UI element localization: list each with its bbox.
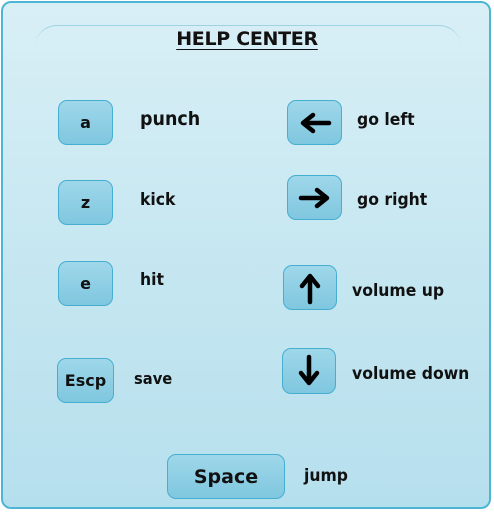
key-arrow-left[interactable] <box>287 100 342 145</box>
key-arrow-down[interactable] <box>282 348 336 394</box>
key-e-label: e <box>80 274 91 293</box>
action-go-left: go left <box>357 110 415 130</box>
action-volume-up: volume up <box>352 281 445 301</box>
key-escp[interactable]: Escp <box>57 358 114 403</box>
arrow-up-icon <box>299 273 321 304</box>
action-punch: punch <box>140 108 201 130</box>
key-e[interactable]: e <box>58 261 113 306</box>
key-z-label: z <box>80 193 91 212</box>
help-center-panel <box>1 1 491 509</box>
key-arrow-right[interactable] <box>287 175 342 220</box>
arrow-down-icon <box>298 354 320 386</box>
action-volume-down: volume down <box>352 364 470 384</box>
key-a[interactable]: a <box>58 100 113 145</box>
action-save: save <box>134 369 173 388</box>
key-space-label: Space <box>193 465 259 488</box>
arrow-right-icon <box>298 187 329 208</box>
key-a-label: a <box>80 113 91 132</box>
action-kick: kick <box>140 190 176 210</box>
action-go-right: go right <box>357 190 428 210</box>
arrow-left-icon <box>300 112 331 133</box>
key-z[interactable]: z <box>58 180 113 225</box>
page-title: HELP CENTER <box>176 28 318 50</box>
key-escp-label: Escp <box>64 371 107 390</box>
action-hit: hit <box>140 270 164 290</box>
key-space[interactable]: Space <box>167 454 285 499</box>
action-jump: jump <box>304 466 348 486</box>
key-arrow-up[interactable] <box>283 265 337 310</box>
